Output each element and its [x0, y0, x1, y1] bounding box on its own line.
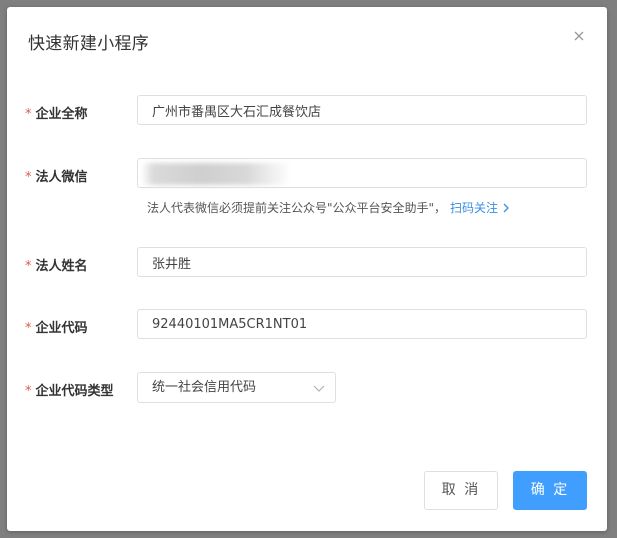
code-type-select[interactable]: 统一社会信用代码 [137, 372, 336, 403]
legal-name-label: * 法人姓名 [25, 255, 135, 274]
create-miniprogram-dialog: 快速新建小程序 *企业全称 *法人微信 法人代表微信必须提前关注公众号"公众平台… [7, 7, 607, 531]
required-mark: * [25, 259, 32, 274]
legal-name-label-text: 法人姓名 [35, 259, 88, 274]
confirm-button[interactable]: 确 定 [513, 471, 587, 510]
cancel-button[interactable]: 取 消 [424, 471, 498, 510]
close-icon-glyph [574, 31, 584, 41]
required-mark: * [25, 170, 32, 185]
chevron-right-icon [503, 203, 509, 213]
close-icon[interactable] [570, 27, 588, 45]
company-code-input[interactable] [137, 309, 587, 339]
legal-wechat-label: * 法人微信 [25, 166, 135, 185]
company-name-input[interactable] [137, 95, 587, 125]
code-type-selected-value: 统一社会信用代码 [152, 380, 257, 395]
company-name-label-text: 企业全称 [35, 107, 88, 122]
company-name-label: * 企业全称 [25, 103, 135, 122]
chevron-down-icon [313, 385, 325, 392]
required-mark: * [25, 321, 32, 336]
scan-follow-link-text: 扫码关注 [450, 201, 499, 215]
wechat-hint-text: 法人代表微信必须提前关注公众号"公众平台安全助手"， [147, 201, 447, 215]
company-code-label-text: 企业代码 [35, 321, 88, 336]
legal-wechat-label-text: 法人微信 [35, 170, 88, 185]
legal-name-input[interactable] [137, 247, 587, 277]
code-type-label-text: 企业代码类型 [35, 384, 114, 399]
redacted-wechat-id [141, 163, 291, 185]
wechat-hint: 法人代表微信必须提前关注公众号"公众平台安全助手"， 扫码关注 [147, 199, 510, 216]
required-mark: * [25, 384, 32, 399]
dialog-title: 快速新建小程序 [28, 34, 150, 54]
company-code-label: * 企业代码 [25, 317, 135, 336]
code-type-label: * 企业代码类型 [25, 380, 135, 399]
scan-follow-link[interactable]: 扫码关注 [450, 201, 510, 215]
required-mark: * [25, 107, 32, 122]
